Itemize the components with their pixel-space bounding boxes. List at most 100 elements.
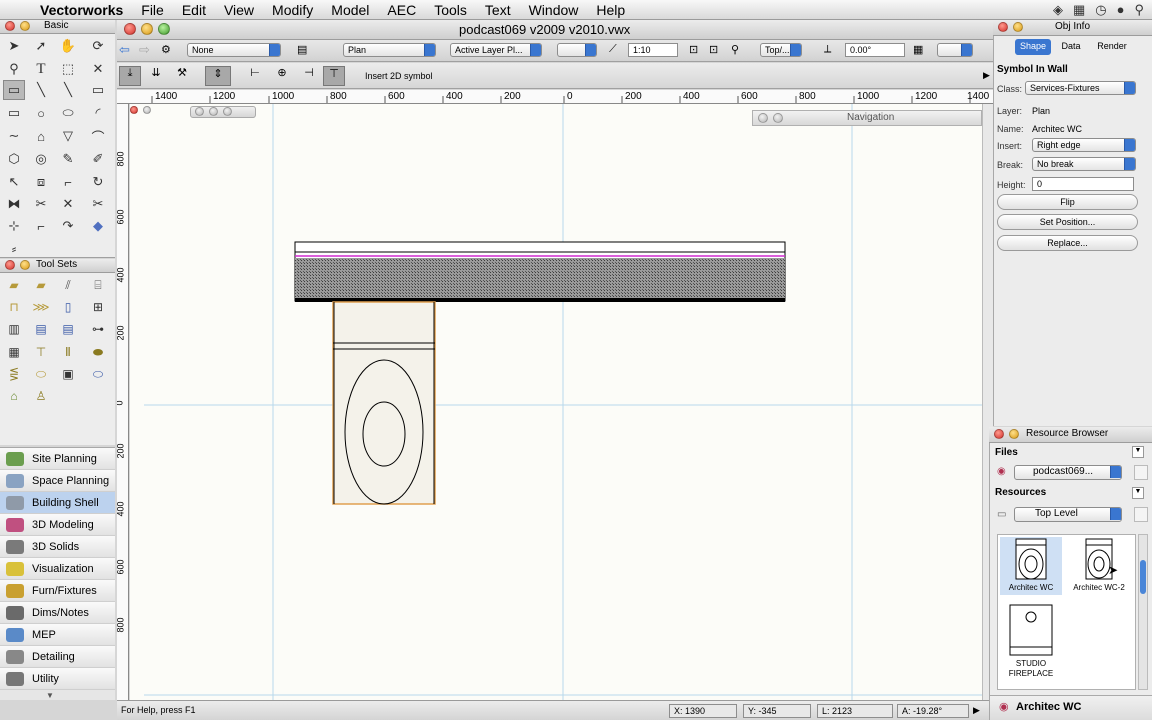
polyline-tool-icon[interactable]: ⌒ [87,126,109,146]
align-right-icon[interactable]: ⊣ [298,66,320,86]
minimize-icon[interactable] [20,260,30,270]
close-icon[interactable] [5,21,15,31]
rotate-tool-icon[interactable]: ↻ [87,172,109,192]
spotlight-icon[interactable]: ⚲ [1134,2,1144,18]
framing-tool-icon[interactable]: ▣ [57,364,79,384]
height-field[interactable]: 0 [1032,177,1134,191]
layer-options-icon[interactable] [557,43,597,57]
double-line-tool-icon[interactable]: ╲ [57,80,79,100]
wall[interactable] [294,241,786,302]
tool-preferences-icon[interactable]: ⚒ [171,66,193,86]
window-tool-icon[interactable]: ⊞ [87,297,109,317]
menu-app[interactable]: Vectorworks [40,2,123,18]
length-readout[interactable]: L: 2123 [817,704,893,718]
close-icon[interactable] [758,113,768,123]
align-left-icon[interactable]: ⊢ [244,66,266,86]
name-value[interactable]: Architec WC [1032,124,1082,134]
ruler-icon[interactable]: ⟋ [609,43,617,56]
ramp-tool-icon[interactable]: ⋚ [3,364,25,384]
projection-select[interactable] [937,43,973,57]
2d-reshape-tool-icon[interactable]: ➚ [30,36,52,56]
pilaster-tool-icon[interactable]: ⊶ [87,319,109,339]
menu-view[interactable]: View [224,2,254,18]
set-position-button[interactable]: Set Position... [997,214,1138,230]
files-menu-icon[interactable]: ▼ [1132,446,1144,458]
rotation-field[interactable]: 0.00° [845,43,905,57]
stake-tool-icon[interactable]: ⸗ [3,238,25,258]
zoom-fit-icon[interactable]: ⊡ [689,43,698,56]
triangle-tool-icon[interactable]: ▽ [57,126,79,146]
wall-style-tool-icon[interactable]: ⊓ [3,297,25,317]
lamp-tool-icon[interactable]: ♙ [30,386,52,406]
connect-tool-icon[interactable]: ✂ [87,194,109,214]
polygon-tool-icon[interactable]: ⌂ [30,126,52,146]
regular-polygon-tool-icon[interactable]: ⬡ [3,149,25,169]
chamfer-tool-icon[interactable]: ⌐ [30,216,52,236]
eyedropper-tool-icon[interactable]: ✎ [57,149,79,169]
minimize-icon[interactable] [141,23,153,35]
active-layer-select[interactable]: Active Layer Pl... [450,43,542,57]
eraser-tool-icon[interactable]: ◆ [87,216,109,236]
minimize-icon[interactable] [143,106,151,114]
spiral-tool-icon[interactable]: ◎ [30,149,52,169]
new-folder-icon[interactable] [1134,507,1148,522]
workspace-item[interactable]: MEP [0,624,115,646]
align-center-wall-icon[interactable]: ⊕ [271,66,293,86]
workspace-item[interactable]: Visualization [0,558,115,580]
circle-tool-icon[interactable]: ○ [30,103,52,123]
curtain-wall-tool-icon[interactable]: ⋙ [30,297,52,317]
workspace-item[interactable]: Utility [0,668,115,690]
joist-tool-icon[interactable]: ⬭ [30,364,52,384]
view-select[interactable]: Top/... [760,43,802,57]
panel-tool-icon[interactable]: ▤ [57,319,79,339]
close-icon[interactable] [124,23,136,35]
zoom-tool-icon[interactable]: ⚲ [3,59,25,79]
workspace-item-selected[interactable]: Building Shell [0,492,115,514]
move-by-points-tool-icon[interactable]: ⊹ [3,216,25,236]
user-icon[interactable]: ● [1117,2,1125,18]
wall-tool-icon[interactable]: ▭ [87,80,109,100]
y-coordinate[interactable]: Y: -345 [743,704,811,718]
wc-symbol[interactable] [332,301,436,505]
pan-tool-icon[interactable]: ✋ [57,36,79,56]
menu-help[interactable]: Help [596,2,625,18]
zoom-icon[interactable] [158,23,170,35]
scroll-thumb[interactable] [1140,560,1146,594]
flip-button[interactable]: Flip [997,194,1138,210]
slab-tool-icon[interactable]: ▰ [30,275,52,295]
tab-shape[interactable]: Shape [1015,39,1051,55]
resource-item-selected[interactable]: Architec WC [1000,537,1062,595]
close-icon[interactable] [195,107,204,116]
landscape-tool-icon[interactable]: ⌂ [3,386,25,406]
x-coordinate[interactable]: X: 1390 [669,704,737,718]
column-tool-icon[interactable]: ▥ [3,319,25,339]
menu-tools[interactable]: Tools [434,2,467,18]
resource-item[interactable]: Architec WC-2 ➤ [1068,537,1130,595]
selection-tool-icon[interactable]: ➤ [3,36,25,56]
mirror-tool-icon[interactable]: ⧓ [3,194,25,214]
file-select[interactable]: podcast069... [1014,465,1122,480]
angle-readout[interactable]: A: -19.28° [897,704,969,718]
folder-select[interactable]: Top Level [1014,507,1122,522]
clip-tool-icon[interactable]: ⧈ [30,172,52,192]
workspace-item[interactable]: 3D Modeling [0,514,115,536]
menu-window[interactable]: Window [529,2,579,18]
workspace-item[interactable]: Dims/Notes [0,602,115,624]
minimize-icon[interactable] [773,113,783,123]
workspace-item[interactable]: 3D Solids [0,536,115,558]
flag-icon[interactable]: ▦ [1073,2,1085,18]
network-icon[interactable]: ◈ [1053,2,1063,18]
stair-tool-icon[interactable]: ⫽ [57,275,79,295]
extend-tool-icon[interactable]: ↷ [57,216,79,236]
menu-aec[interactable]: AEC [387,2,416,18]
render-mode-icon[interactable]: ▦ [913,43,923,56]
fillet-tool-icon[interactable]: ⌐ [57,172,79,192]
flyover-tool-icon[interactable]: ⟳ [87,36,109,56]
menu-model[interactable]: Model [331,2,369,18]
callout-tool-icon[interactable]: ⬚ [57,59,79,79]
magnify-icon[interactable]: ⚲ [731,43,739,56]
class-select[interactable]: None [187,43,281,57]
split-tool-icon[interactable]: ✂ [30,194,52,214]
align-edge-icon[interactable]: ⊤ [323,66,345,86]
offset-tool-icon[interactable]: ↖ [3,172,25,192]
